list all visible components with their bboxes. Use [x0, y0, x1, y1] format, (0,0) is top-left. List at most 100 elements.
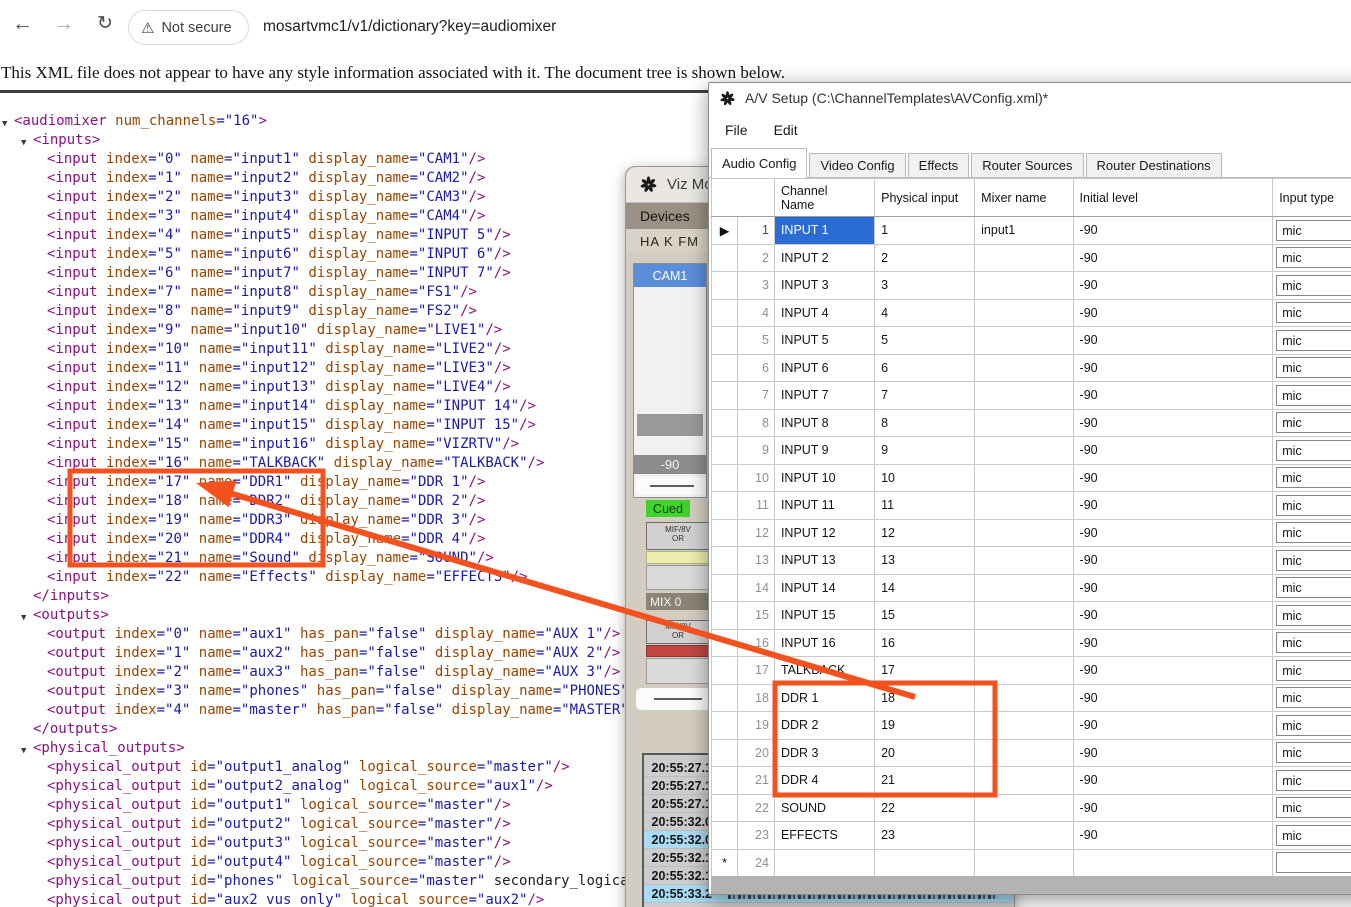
initial-level-cell[interactable]: -90 — [1073, 354, 1273, 382]
physical-input-cell[interactable]: 1 — [875, 217, 975, 245]
channel-name-cell[interactable]: INPUT 10 — [774, 464, 874, 492]
row-number-cell[interactable]: 17 — [738, 657, 775, 685]
input-type-cell[interactable]: mic — [1273, 244, 1351, 272]
row-selector-cell[interactable] — [712, 574, 738, 602]
input-type-cell[interactable]: mic — [1273, 739, 1351, 767]
avsetup-title-bar[interactable]: A/V Setup (C:\ChannelTemplates\AVConfig.… — [709, 83, 1351, 113]
initial-level-cell[interactable]: -90 — [1073, 547, 1273, 575]
input-type-cell[interactable]: mic — [1273, 409, 1351, 437]
column-header[interactable]: Input type — [1273, 179, 1351, 217]
row-selector-cell[interactable] — [712, 547, 738, 575]
mixer-name-cell[interactable] — [975, 244, 1073, 272]
input-type-cell[interactable]: mic — [1273, 519, 1351, 547]
channel-name-cell[interactable]: TALKBACK — [774, 657, 874, 685]
row-number-cell[interactable]: 16 — [738, 629, 775, 657]
channel-name-cell[interactable]: INPUT 7 — [774, 382, 874, 410]
input-type-cell[interactable]: mic — [1273, 822, 1351, 850]
address-bar-url[interactable]: mosartvmc1/v1/dictionary?key=audiomixer — [263, 18, 556, 36]
column-header[interactable]: Mixer name — [975, 179, 1073, 217]
channel-name-cell[interactable]: INPUT 2 — [774, 244, 874, 272]
row-selector-cell[interactable] — [712, 492, 738, 520]
row-number-cell[interactable]: 22 — [738, 794, 775, 822]
mixer-name-cell[interactable] — [975, 657, 1073, 685]
mixer-name-cell[interactable] — [975, 272, 1073, 300]
row-selector-cell[interactable] — [712, 327, 738, 355]
forward-icon[interactable]: → — [53, 12, 74, 36]
row-selector-cell[interactable] — [712, 354, 738, 382]
initial-level-cell[interactable]: -90 — [1073, 602, 1273, 630]
physical-input-cell[interactable]: 21 — [875, 767, 975, 795]
row-number-cell[interactable]: 23 — [738, 822, 775, 850]
row-number-cell[interactable]: 18 — [738, 684, 775, 712]
row-number-cell[interactable]: 1 — [738, 217, 775, 245]
mixer-name-cell[interactable] — [975, 409, 1073, 437]
channel-name-cell[interactable]: INPUT 8 — [774, 409, 874, 437]
row-number-cell[interactable]: 20 — [738, 739, 775, 767]
channel-name-cell[interactable]: INPUT 4 — [774, 299, 874, 327]
mixer-name-cell[interactable] — [975, 822, 1073, 850]
gray-box-1[interactable] — [646, 565, 710, 590]
row-selector-cell[interactable] — [712, 272, 738, 300]
mixer-name-cell[interactable] — [975, 492, 1073, 520]
menu-file[interactable]: File — [715, 118, 758, 142]
column-header[interactable]: Channel Name — [774, 179, 874, 217]
row-number-cell[interactable]: 3 — [738, 272, 775, 300]
physical-input-cell[interactable]: 6 — [875, 354, 975, 382]
physical-input-cell[interactable]: 14 — [875, 574, 975, 602]
channel-name-cell[interactable]: SOUND — [774, 794, 874, 822]
channel-name-cell[interactable]: DDR 1 — [774, 684, 874, 712]
physical-input-cell[interactable]: 4 — [875, 299, 975, 327]
row-selector-cell[interactable] — [712, 409, 738, 437]
row-selector-cell[interactable] — [712, 244, 738, 272]
mixer-name-cell[interactable] — [975, 354, 1073, 382]
back-icon[interactable]: ← — [12, 12, 33, 36]
row-selector-cell[interactable] — [712, 767, 738, 795]
input-type-cell[interactable]: mic — [1273, 657, 1351, 685]
initial-level-cell[interactable]: -90 — [1073, 629, 1273, 657]
mixer-name-cell[interactable] — [975, 684, 1073, 712]
physical-input-cell[interactable]: 18 — [875, 684, 975, 712]
physical-input-cell[interactable]: 3 — [875, 272, 975, 300]
mixer-name-cell[interactable] — [975, 327, 1073, 355]
row-number-cell[interactable]: 13 — [738, 547, 775, 575]
row-number-cell[interactable]: 6 — [738, 354, 775, 382]
input-type-cell[interactable]: mic — [1273, 327, 1351, 355]
row-number-cell[interactable]: 9 — [738, 437, 775, 465]
row-selector-cell[interactable] — [712, 739, 738, 767]
row-selector-cell[interactable] — [712, 602, 738, 630]
channel-name-cell[interactable]: INPUT 16 — [774, 629, 874, 657]
physical-input-cell[interactable]: 19 — [875, 712, 975, 740]
channel-name-cell[interactable]: DDR 2 — [774, 712, 874, 740]
channel-name-cell[interactable]: INPUT 13 — [774, 547, 874, 575]
initial-level-cell[interactable]: -90 — [1073, 739, 1273, 767]
row-selector-cell[interactable] — [712, 437, 738, 465]
initial-level-cell[interactable]: -90 — [1073, 272, 1273, 300]
channel-name-cell[interactable]: DDR 3 — [774, 739, 874, 767]
row-number-cell[interactable]: 19 — [738, 712, 775, 740]
row-selector-cell[interactable] — [712, 822, 738, 850]
row-number-cell[interactable]: 4 — [738, 299, 775, 327]
row-number-cell[interactable]: 2 — [738, 244, 775, 272]
input-type-cell[interactable]: mic — [1273, 299, 1351, 327]
initial-level-cell[interactable]: -90 — [1073, 327, 1273, 355]
channel-name-cell[interactable]: INPUT 3 — [774, 272, 874, 300]
menu-edit[interactable]: Edit — [764, 118, 808, 142]
menu-devices[interactable]: Devices — [640, 208, 690, 224]
row-selector-cell[interactable] — [712, 299, 738, 327]
initial-level-cell[interactable]: -90 — [1073, 299, 1273, 327]
initial-level-cell[interactable]: -90 — [1073, 382, 1273, 410]
physical-input-cell[interactable] — [875, 849, 975, 877]
row-selector-cell[interactable] — [712, 382, 738, 410]
physical-input-cell[interactable]: 22 — [875, 794, 975, 822]
input-type-cell[interactable]: mic — [1273, 547, 1351, 575]
physical-input-cell[interactable]: 12 — [875, 519, 975, 547]
channel-name-cell[interactable]: INPUT 6 — [774, 354, 874, 382]
row-selector-cell[interactable] — [712, 519, 738, 547]
mixer-name-cell[interactable] — [975, 849, 1073, 877]
input-type-cell[interactable]: mic — [1273, 767, 1351, 795]
row-number-cell[interactable]: 21 — [738, 767, 775, 795]
pan-slider[interactable] — [636, 477, 706, 495]
physical-input-cell[interactable]: 13 — [875, 547, 975, 575]
row-number-cell[interactable]: 12 — [738, 519, 775, 547]
channel-name-cell[interactable]: INPUT 11 — [774, 492, 874, 520]
